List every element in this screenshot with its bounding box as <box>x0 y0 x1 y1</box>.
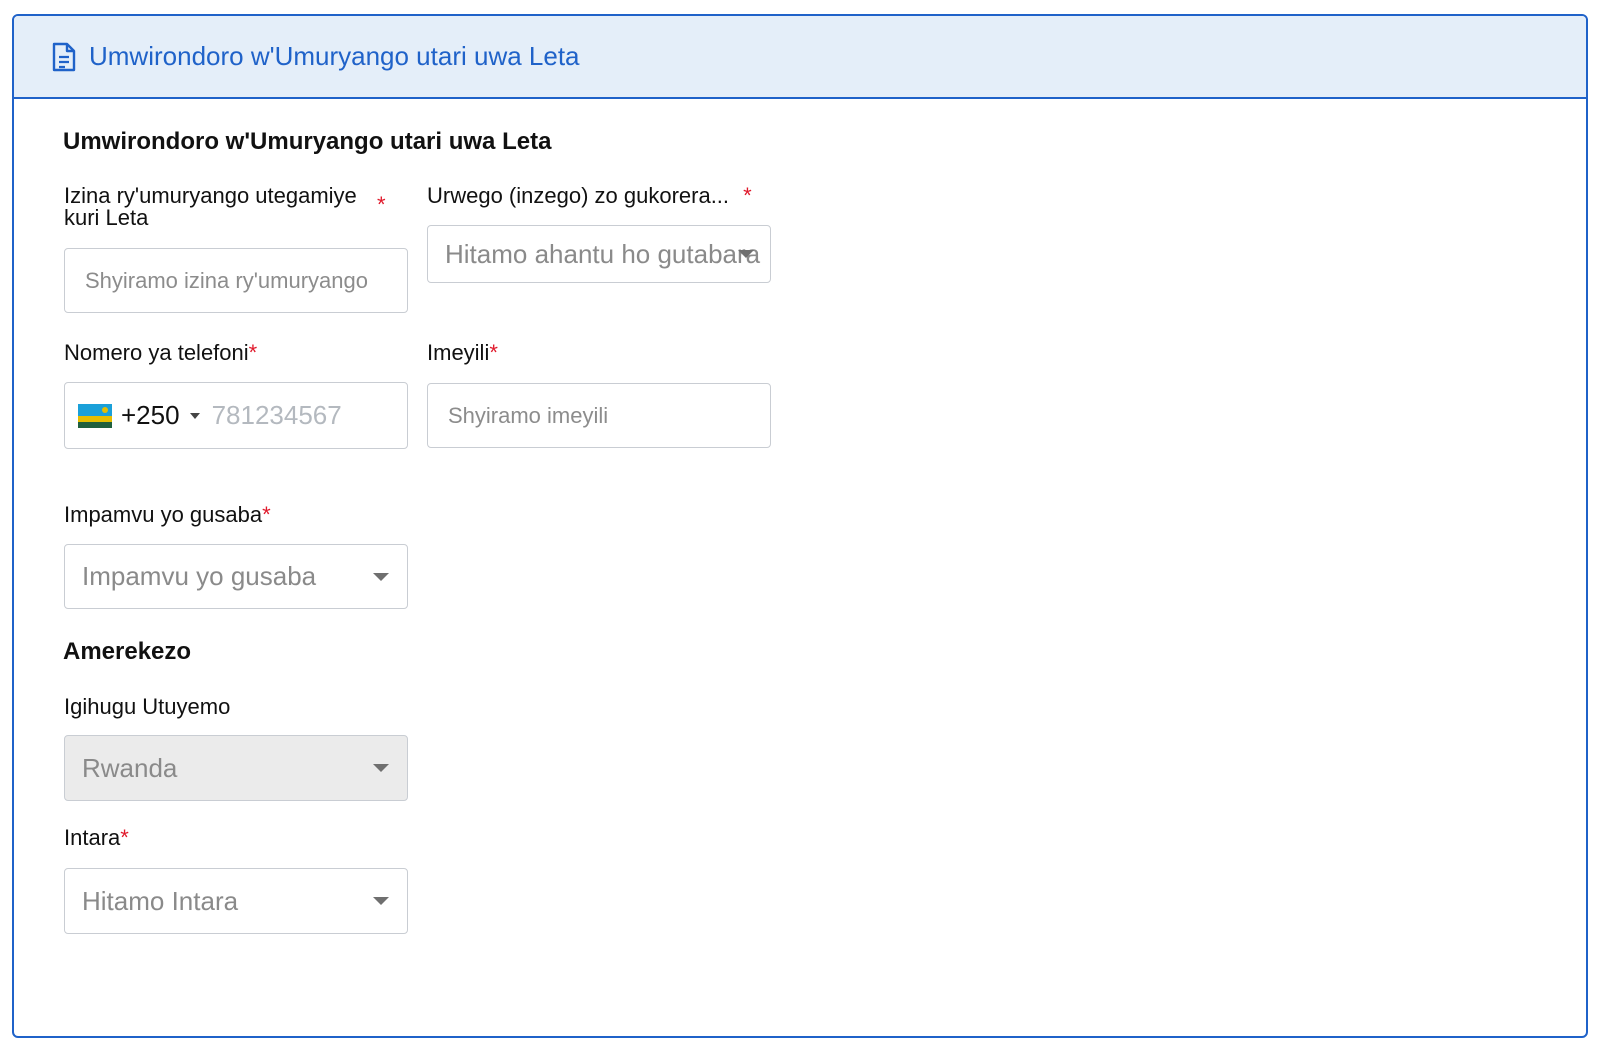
province-required-mark: * <box>120 825 129 850</box>
chevron-down-icon <box>373 572 389 581</box>
sector-select-placeholder: Hitamo ahantu ho gutabara <box>445 238 761 269</box>
email-input[interactable] <box>427 383 771 448</box>
email-label: Imeyili* <box>427 340 498 365</box>
phone-field: +250 <box>64 382 408 449</box>
reason-label: Impamvu yo gusaba* <box>64 502 271 527</box>
rwanda-flag-icon[interactable] <box>78 403 112 428</box>
phone-label: Nomero ya telefoni* <box>64 340 258 365</box>
sector-select[interactable]: Hitamo ahantu ho gutabara <box>427 225 771 283</box>
country-select-value: Rwanda <box>82 752 178 783</box>
country-code-dropdown-icon[interactable] <box>189 412 200 419</box>
org-name-required-mark: * <box>377 192 386 217</box>
reason-select[interactable]: Impamvu yo gusaba <box>64 544 408 609</box>
ngo-profile-card: Umwirondoro w'Umuryango utari uwa Leta U… <box>12 14 1588 1038</box>
document-icon <box>51 42 77 72</box>
phone-input[interactable] <box>211 400 382 431</box>
section-title: Umwirondoro w'Umuryango utari uwa Leta <box>63 128 552 155</box>
country-label: Igihugu Utuyemo <box>64 694 231 719</box>
chevron-down-icon <box>373 897 389 905</box>
reason-select-placeholder: Impamvu yo gusaba <box>82 561 317 591</box>
chevron-down-icon <box>738 250 754 258</box>
province-label: Intara* <box>64 825 129 850</box>
chevron-down-icon <box>373 764 389 772</box>
reason-required-mark: * <box>262 502 271 527</box>
province-select-placeholder: Hitamo Intara <box>82 885 239 916</box>
email-required-mark: * <box>489 340 498 365</box>
dial-code[interactable]: +250 <box>121 400 180 431</box>
phone-required-mark: * <box>248 340 258 365</box>
org-name-label: Izina ry'umuryango utegamiye kuri Leta <box>64 183 357 230</box>
org-name-input[interactable] <box>64 248 408 313</box>
card-header: Umwirondoro w'Umuryango utari uwa Leta <box>14 16 1586 99</box>
country-select: Rwanda <box>64 735 408 801</box>
sector-label: Urwego (inzego) zo gukorera... * <box>427 183 752 208</box>
address-section-title: Amerekezo <box>63 638 192 665</box>
province-select[interactable]: Hitamo Intara <box>64 868 408 934</box>
sector-required-mark: * <box>743 183 752 208</box>
card-title: Umwirondoro w'Umuryango utari uwa Leta <box>89 41 580 71</box>
